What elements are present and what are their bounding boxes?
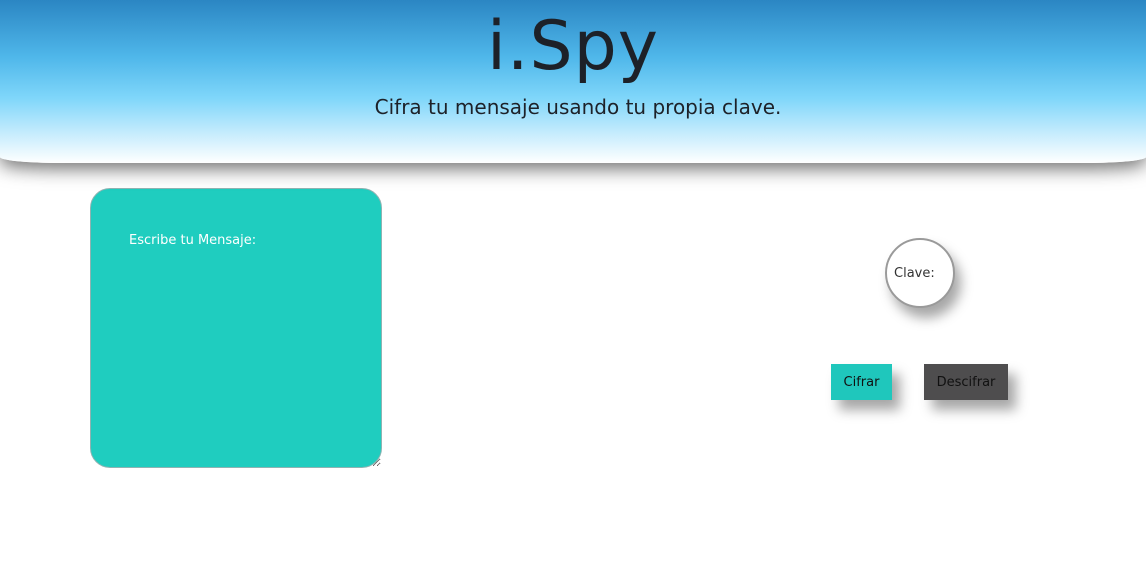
app-logo: i.Spy <box>486 7 660 86</box>
header-banner: i.Spy Cifra tu mensaje usando tu propia … <box>0 0 1146 163</box>
decrypt-button[interactable]: Descifrar <box>924 364 1008 400</box>
app-subtitle: Cifra tu mensaje usando tu propia clave. <box>374 95 782 119</box>
encrypt-button[interactable]: Cifrar <box>831 364 892 400</box>
message-textarea[interactable] <box>90 188 382 468</box>
key-input[interactable] <box>885 238 955 308</box>
